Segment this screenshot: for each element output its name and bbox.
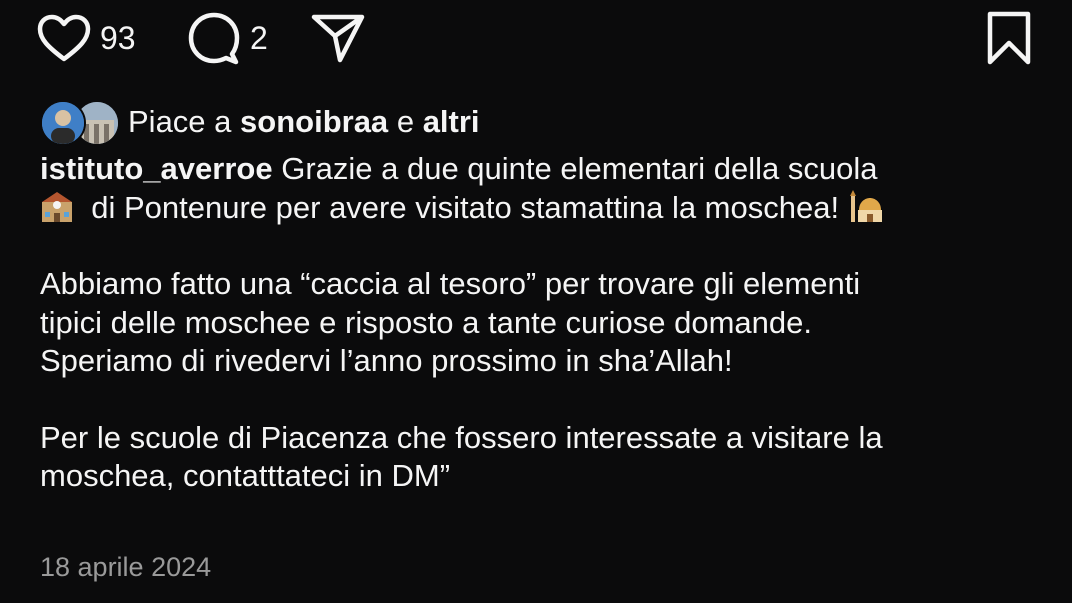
caption-line: di Pontenure per avere visitato stamatti… bbox=[91, 189, 840, 225]
post-actions-bar: 93 2 bbox=[36, 10, 1032, 70]
caption-line: moschea, contatttateci in DM” bbox=[40, 458, 451, 493]
heart-icon bbox=[37, 14, 91, 62]
liker-avatars bbox=[40, 100, 120, 146]
liker-username[interactable]: sonoibraa bbox=[240, 104, 388, 140]
caption-line: Abbiamo fatto una “caccia al tesoro” per… bbox=[40, 266, 861, 301]
save-button[interactable] bbox=[986, 10, 1032, 66]
likes-others[interactable]: altri bbox=[423, 104, 480, 140]
like-count: 93 bbox=[100, 19, 136, 56]
likes-summary[interactable]: Piace a sonoibraa e altri bbox=[40, 98, 480, 146]
mosque-icon bbox=[849, 189, 882, 222]
avatar bbox=[40, 100, 86, 146]
post-caption: istituto_averroe Grazie a due quinte ele… bbox=[40, 150, 1040, 496]
post-username[interactable]: istituto_averroe bbox=[40, 151, 273, 186]
likes-prefix: Piace a bbox=[128, 104, 232, 139]
school-icon bbox=[42, 191, 72, 222]
share-icon bbox=[311, 14, 365, 63]
bookmark-icon bbox=[987, 11, 1031, 65]
comment-icon bbox=[188, 12, 240, 65]
likes-conj: e bbox=[396, 104, 415, 139]
post-date: 18 aprile 2024 bbox=[40, 552, 212, 582]
comment-button[interactable]: 2 bbox=[186, 10, 268, 66]
share-button[interactable] bbox=[310, 10, 366, 66]
caption-line: Grazie a due quinte elementari della scu… bbox=[281, 151, 878, 186]
comment-count: 2 bbox=[250, 19, 268, 56]
caption-line: Per le scuole di Piacenza che fossero in… bbox=[40, 419, 883, 455]
like-button[interactable]: 93 bbox=[36, 10, 136, 66]
caption-line: Speriamo di rivedervi l’anno prossimo in… bbox=[40, 343, 733, 378]
caption-line: tipici delle moschee e risposto a tante … bbox=[40, 304, 812, 340]
